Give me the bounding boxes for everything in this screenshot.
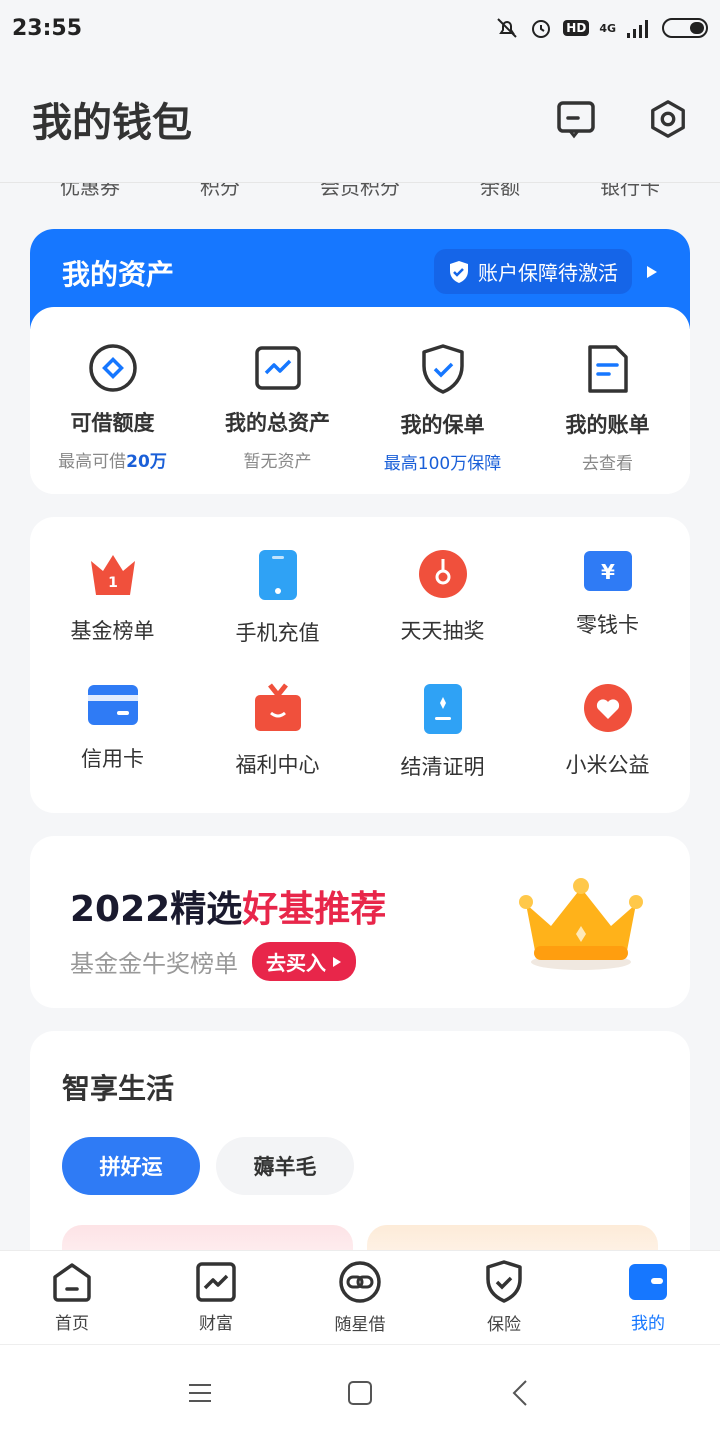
change-card-icon: ¥ [583,551,632,591]
loan-diamond-icon [88,344,137,392]
asset-sub: 去查看 [582,454,633,474]
tab-label: 首页 [55,1314,89,1334]
menu-icon[interactable] [180,1373,220,1413]
tab-loan[interactable]: 随星借 [305,1260,415,1335]
service-label: 零钱卡 [576,613,639,637]
settlement-cert-icon [423,684,462,734]
insurance-icon [486,1260,522,1303]
bill-doc-icon [587,345,628,393]
mute-bell-icon [497,18,518,38]
buy-button[interactable]: 去买入 [252,942,356,981]
service-charity[interactable]: 小米公益 [525,683,690,817]
play-arrow-icon [333,956,341,967]
menu-member-points[interactable]: 会员积分 [320,183,400,200]
phone-recharge-icon [258,550,297,600]
asset-label: 我的总资产 [225,411,330,435]
tab-insurance[interactable]: 保险 [449,1260,559,1335]
status-bar: 23:55 HD 4G [0,0,720,56]
service-change-card[interactable]: ¥ 零钱卡 [525,549,690,683]
message-icon[interactable] [556,99,596,139]
network-type: 4G [599,21,616,35]
promo-subtitle: 基金金牛奖榜单 [70,950,238,978]
tab-wealth[interactable]: 财富 [161,1261,271,1334]
service-label: 福利中心 [235,753,320,777]
credit-card-icon [87,685,138,725]
shield-check-icon [450,260,468,283]
page-title: 我的钱包 [32,100,192,146]
loan-link-icon [339,1261,381,1303]
fund-promo-banner[interactable]: 2022精选好基推荐 基金金牛奖榜单 去买入 [30,836,690,1008]
service-label: 天天抽奖 [400,619,485,643]
asset-item-credit[interactable]: 可借额度 最高可借20万 [38,343,188,494]
asset-sub: 暂无资产 [243,452,312,472]
policy-shield-icon [421,344,464,394]
fund-rank-icon: 1 [90,555,135,595]
assets-items: 可借额度 最高可借20万 我的总资产 暂无资产 我的保单 最高100万保障 我的… [30,307,690,494]
settings-hexagon-icon[interactable] [648,99,688,139]
service-label: 手机充值 [235,621,320,645]
back-icon[interactable] [500,1373,540,1413]
asset-label: 可借额度 [70,411,155,435]
lottery-icon [418,550,467,598]
page-header: 我的钱包 [0,56,720,182]
service-label: 信用卡 [81,747,144,771]
asset-item-total[interactable]: 我的总资产 暂无资产 [203,343,353,494]
menu-coupons[interactable]: 优惠券 [60,183,120,200]
charity-heart-icon [583,684,632,732]
assets-title: 我的资产 [62,258,175,291]
tab-label: 保险 [487,1315,521,1335]
service-settlement-cert[interactable]: 结清证明 [360,683,525,817]
tab-hao-yang-mao[interactable]: 薅羊毛 [216,1137,354,1195]
asset-item-bill[interactable]: 我的账单 去查看 [533,343,683,494]
asset-label: 我的保单 [400,413,485,437]
service-phone-recharge[interactable]: 手机充值 [195,549,360,683]
my-assets-card: 我的资产 账户保障待激活 可借额度 最高可借20万 我的总资产 暂无资产 我的保… [30,229,690,494]
account-protect-link[interactable]: 账户保障待激活 [434,249,658,294]
services-grid: 1 基金榜单 手机充值 天天抽奖 ¥ 零钱卡 信用卡 福利中心 结清证明 小米公… [30,517,690,813]
gift-center-icon [254,683,301,731]
svg-text:1: 1 [108,575,118,591]
svg-text:¥: ¥ [601,560,615,584]
wealth-icon [196,1262,236,1302]
service-lottery[interactable]: 天天抽奖 [360,549,525,683]
menu-bank-card[interactable]: 银行卡 [600,183,660,200]
tab-mine[interactable]: 我的 [593,1261,703,1334]
asset-sub: 最高可借20万 [58,452,167,472]
home-icon [53,1263,91,1302]
wallet-quick-menu: 优惠券 积分 会员积分 余额 银行卡 [0,182,720,216]
service-fund-rank[interactable]: 1 基金榜单 [30,549,195,683]
status-time: 23:55 [12,15,83,41]
menu-points[interactable]: 积分 [200,183,240,200]
asset-sub: 最高100万保障 [383,454,502,474]
tab-label: 随星借 [334,1315,386,1335]
service-credit-card[interactable]: 信用卡 [30,683,195,817]
arrow-right-icon [647,265,657,278]
section-title: 智享生活 [62,1072,175,1105]
tab-pin-hao-yun[interactable]: 拼好运 [62,1137,200,1195]
tab-home[interactable]: 首页 [17,1261,127,1334]
wallet-icon [629,1264,667,1300]
bottom-tab-bar: 首页 财富 随星借 保险 我的 [0,1250,720,1344]
menu-balance[interactable]: 余额 [480,183,520,200]
system-nav-bar [0,1344,720,1440]
life-tabs: 拼好运 薅羊毛 [62,1137,658,1195]
asset-label: 我的账单 [565,413,650,437]
tab-label: 我的 [631,1314,665,1334]
signal-icon [627,20,648,38]
service-label: 小米公益 [565,753,650,777]
service-label: 结清证明 [400,755,485,779]
tab-label: 财富 [199,1314,233,1334]
home-square-icon[interactable] [340,1373,380,1413]
service-gift-center[interactable]: 福利中心 [195,683,360,817]
asset-chart-icon [254,346,301,390]
hd-badge: HD [563,20,590,36]
alarm-icon [532,20,551,38]
service-label: 基金榜单 [70,619,155,643]
crown-icon [519,878,643,970]
status-icons: HD 4G [495,16,708,40]
protect-label: 账户保障待激活 [478,261,618,285]
asset-item-policy[interactable]: 我的保单 最高100万保障 [368,343,518,494]
battery-icon [662,18,708,38]
